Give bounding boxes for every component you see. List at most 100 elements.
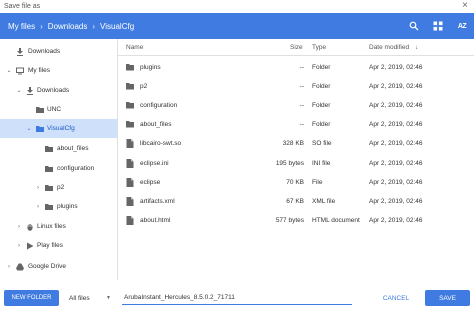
file-type: INI file (312, 159, 331, 167)
folder-icon (45, 165, 53, 172)
file-date: Apr 2, 2019, 02:46 (369, 83, 423, 91)
file-date: Apr 2, 2019, 02:46 (369, 197, 423, 205)
column-header-name[interactable]: Name (126, 44, 143, 51)
cancel-button[interactable]: CANCEL (374, 290, 418, 306)
breadcrumb-item-downloads[interactable]: Downloads (48, 22, 88, 31)
folder-icon (36, 106, 44, 113)
grid-view-button[interactable] (426, 13, 450, 39)
sidebar-item-about-files[interactable]: about_files (0, 139, 117, 158)
sidebar-item-label: Google Drive (28, 263, 66, 270)
file-type: HTML document (312, 216, 360, 224)
file-row[interactable]: configuration -- Folder Apr 2, 2019, 02:46 (118, 96, 474, 115)
file-name: eclipse.ini (140, 159, 169, 167)
file-icon (126, 177, 134, 187)
file-icon (126, 196, 134, 206)
file-date: Apr 2, 2019, 02:46 (369, 102, 423, 110)
sidebar-item-label: Play files (37, 242, 64, 249)
file-row[interactable]: plugins -- Folder Apr 2, 2019, 02:46 (118, 58, 474, 77)
file-name: configuration (140, 102, 178, 110)
file-icon (126, 139, 134, 149)
sidebar-item-plugins[interactable]: › plugins (0, 197, 117, 216)
save-button[interactable]: SAVE (425, 290, 470, 306)
chevron-right-icon: › (92, 21, 96, 31)
file-row[interactable]: about_files -- Folder Apr 2, 2019, 02:46 (118, 115, 474, 134)
column-header-date[interactable]: Date modified (369, 44, 409, 51)
file-row[interactable]: eclipse.ini 195 bytes INI file Apr 2, 2019,… (118, 154, 474, 173)
sidebar-item-label: Linux files (37, 223, 66, 230)
new-folder-button[interactable]: NEW FOLDER (4, 290, 59, 306)
sidebar-item-label: plugins (57, 203, 78, 210)
sidebar-item-label: My files (28, 67, 51, 74)
file-row[interactable]: about.html 577 bytes HTML document Apr 2, 2… (118, 211, 474, 230)
sidebar-item-google-drive[interactable]: › Google Drive (0, 257, 117, 276)
file-name: about.html (140, 216, 171, 224)
breadcrumb-item-visualcfg[interactable]: VisualCfg (100, 22, 134, 31)
file-date: Apr 2, 2019, 02:46 (369, 216, 423, 224)
chevron-down-icon[interactable]: ⌄ (15, 87, 23, 94)
chevron-down-icon[interactable]: ⌄ (5, 67, 13, 74)
file-date: Apr 2, 2019, 02:46 (369, 121, 423, 129)
folder-icon (45, 145, 53, 152)
search-icon (409, 21, 419, 31)
file-type: Folder (312, 83, 331, 91)
file-row[interactable]: libcairo-swt.so 328 KB SO file Apr 2, 2019,… (118, 134, 474, 153)
file-type: File (312, 178, 323, 186)
file-type-select[interactable]: All files ▼ (66, 290, 114, 306)
sidebar-item-downloads[interactable]: ⌄ Downloads (0, 81, 117, 100)
file-row[interactable]: artifacts.xml 67 KB XML file Apr 2, 2019, 0… (118, 192, 474, 211)
sort-icon: AZ (457, 22, 467, 30)
sort-button[interactable]: AZ (450, 13, 474, 39)
column-header-type[interactable]: Type (312, 44, 326, 51)
chevron-down-icon[interactable]: ⌄ (25, 125, 33, 132)
filename-input[interactable] (122, 290, 352, 305)
sidebar-item-label: p2 (57, 184, 65, 191)
play-icon (27, 242, 34, 249)
breadcrumb-item-my-files[interactable]: My files (8, 22, 35, 31)
file-name: eclipse (140, 178, 161, 186)
sidebar-item-visualcfg[interactable]: ⌄ VisualCfg (0, 119, 117, 138)
chevron-right-icon[interactable]: › (15, 243, 23, 249)
search-button[interactable] (402, 13, 426, 39)
sidebar-item-p2[interactable]: › p2 (0, 178, 117, 197)
file-type: Folder (312, 102, 331, 110)
sidebar-item-label: Downloads (28, 48, 61, 55)
sidebar-item-label: configuration (57, 165, 95, 172)
sidebar-item-linux-files[interactable]: › Linux files (0, 217, 117, 236)
column-header-size[interactable]: Size (290, 44, 303, 51)
sidebar-item-label: Downloads (37, 87, 70, 94)
file-name: about_files (140, 121, 172, 129)
close-icon[interactable]: × (462, 0, 468, 12)
chevron-right-icon[interactable]: › (34, 204, 42, 210)
file-size: 577 bytes (275, 216, 304, 224)
chevron-right-icon[interactable]: › (15, 224, 23, 230)
sidebar-item-label: VisualCfg (47, 125, 75, 132)
sidebar-item-my-files[interactable]: ⌄ My files (0, 61, 117, 80)
download-icon (17, 47, 23, 56)
sidebar-item-unc[interactable]: UNC (0, 100, 117, 119)
file-size: -- (299, 64, 304, 71)
navigation-sidebar: Downloads ⌄ My files ⌄ Downloads UNC ⌄ V… (0, 39, 117, 280)
file-size: 195 bytes (275, 159, 304, 167)
sidebar-item-play-files[interactable]: › Play files (0, 236, 117, 255)
file-size: 328 KB (282, 140, 304, 148)
file-type: Folder (312, 121, 331, 129)
file-row[interactable]: p2 -- Folder Apr 2, 2019, 02:46 (118, 77, 474, 96)
file-date: Apr 2, 2019, 02:46 (369, 178, 423, 186)
sidebar-item-label: UNC (47, 106, 62, 113)
folder-icon (126, 83, 134, 90)
file-type-value: All files (69, 294, 90, 302)
file-row[interactable]: eclipse 70 KB File Apr 2, 2019, 02:46 (118, 173, 474, 192)
dropdown-arrow-icon: ▼ (106, 295, 111, 301)
folder-icon (126, 64, 134, 71)
location-bar: My files › Downloads › VisualCfg AZ (0, 13, 474, 39)
chevron-right-icon[interactable]: › (5, 264, 13, 270)
chevron-right-icon[interactable]: › (34, 185, 42, 191)
breadcrumb: My files › Downloads › VisualCfg (8, 13, 134, 39)
sidebar-item-downloads-shortcut[interactable]: Downloads (0, 42, 117, 61)
folder-icon (45, 184, 53, 191)
file-type: Folder (312, 64, 331, 71)
sidebar-item-configuration[interactable]: configuration (0, 159, 117, 178)
folder-icon (126, 121, 134, 128)
grid-view-icon (433, 21, 443, 31)
chevron-right-icon: › (40, 21, 43, 31)
